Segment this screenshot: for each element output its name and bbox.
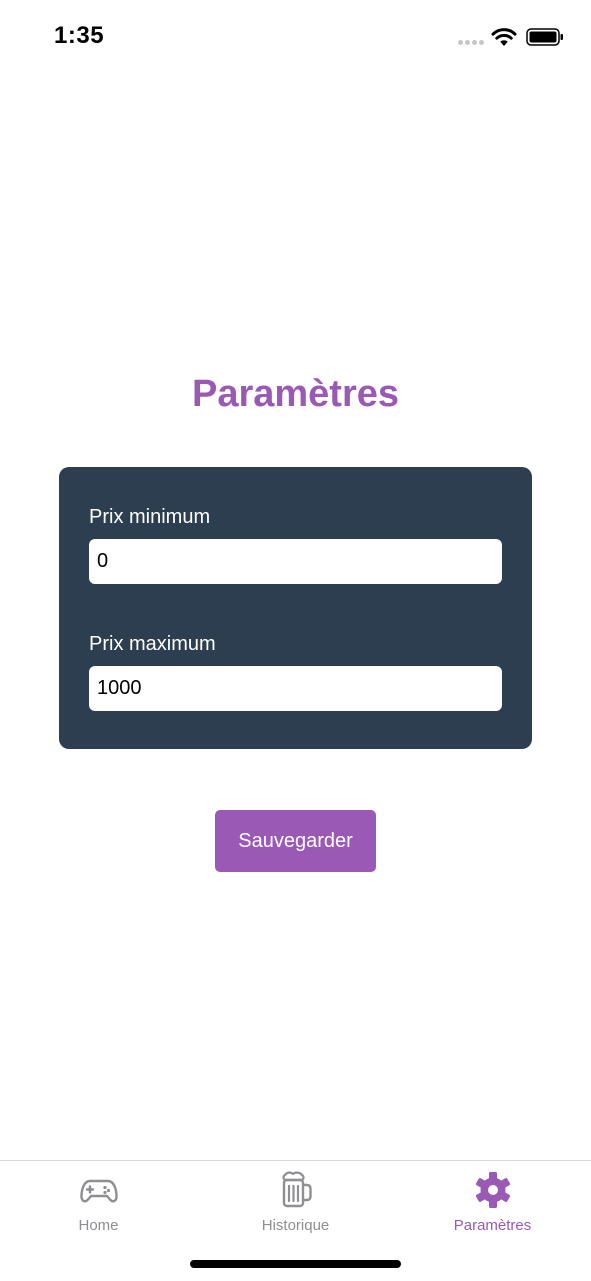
tab-label-home: Home xyxy=(78,1217,119,1234)
tab-label-parametres: Paramètres xyxy=(453,1217,532,1234)
page-title: Paramètres xyxy=(191,373,400,415)
save-button[interactable]: Sauvegarder xyxy=(215,810,376,872)
min-price-input[interactable] xyxy=(89,539,502,584)
price-settings-card: Prix minimum Prix maximum xyxy=(59,467,532,749)
cellular-signal-icon xyxy=(458,40,484,46)
tab-historique[interactable]: Historique xyxy=(197,1161,394,1245)
battery-icon xyxy=(526,28,563,46)
home-indicator xyxy=(190,1260,401,1268)
wifi-icon xyxy=(491,28,517,46)
gear-icon xyxy=(475,1172,511,1208)
min-price-label: Prix minimum xyxy=(89,506,211,528)
max-price-label: Prix maximum xyxy=(89,633,216,655)
tab-home[interactable]: Home xyxy=(0,1161,197,1245)
tab-parametres[interactable]: Paramètres xyxy=(394,1161,591,1245)
status-time: 1:35 xyxy=(54,22,105,49)
gamepad-icon xyxy=(80,1179,118,1203)
max-price-input[interactable] xyxy=(89,666,502,711)
status-bar: 1:35 xyxy=(0,0,591,76)
tab-label-historique: Historique xyxy=(261,1217,330,1234)
beer-mug-icon xyxy=(282,1171,312,1208)
